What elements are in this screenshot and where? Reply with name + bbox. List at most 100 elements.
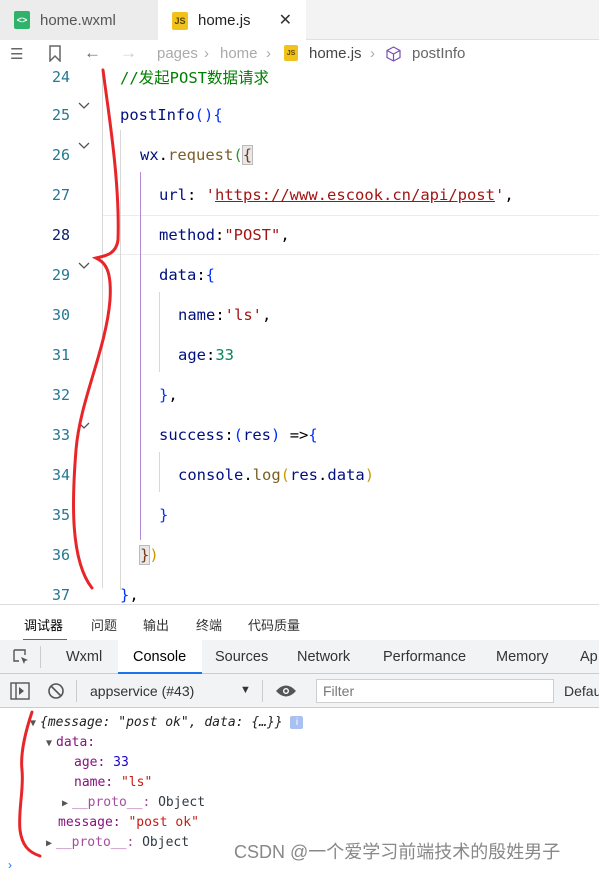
code-editor[interactable]: 24 25 26 27 28 29 30 31 32 33 34 35 36 3… <box>0 68 599 604</box>
tab-sources[interactable]: Sources <box>215 649 268 665</box>
watermark: CSDN @一个爱学习前端技术的殷姓男子 <box>234 842 561 862</box>
toolbar-divider <box>262 680 263 702</box>
breadcrumb-item[interactable]: postInfo <box>412 45 465 62</box>
log-entry-summary[interactable]: ▼ {message: "post ok", data: {…}} i <box>30 715 304 730</box>
collapsed-triangle-icon[interactable]: ▶ <box>46 838 56 849</box>
clear-console-icon[interactable] <box>47 682 65 700</box>
string-value: "ls" <box>120 775 153 790</box>
forward-arrow-icon[interactable]: → <box>120 43 137 63</box>
comma: , <box>168 386 178 404</box>
property-label: name: <box>74 775 114 790</box>
js-file-icon: JS <box>172 11 188 30</box>
quote: ' <box>494 186 505 204</box>
property-key: url <box>159 186 187 204</box>
tab-terminal[interactable]: 终端 <box>196 615 222 634</box>
tree-node-data[interactable]: ▼ data: <box>46 735 95 750</box>
colon: : <box>224 426 234 444</box>
line-number: 37 <box>51 586 70 604</box>
filter-input[interactable]: Filter <box>316 679 554 703</box>
indent-guide <box>120 130 121 590</box>
method-name: postInfo <box>120 106 195 124</box>
tab-application[interactable]: Ap <box>580 649 598 665</box>
brace: } <box>120 586 130 604</box>
tab-wxml[interactable]: Wxml <box>66 649 102 665</box>
property-label: age: <box>74 755 106 770</box>
brace: } <box>159 506 169 524</box>
line-number: 30 <box>51 306 70 324</box>
tab-problems[interactable]: 问题 <box>91 615 117 634</box>
number-value: 33 <box>113 755 129 770</box>
paren: ) <box>364 466 375 484</box>
sidebar-toggle-icon[interactable] <box>10 682 30 700</box>
collapsed-triangle-icon[interactable]: ▶ <box>62 798 72 809</box>
line-number: 29 <box>51 266 70 284</box>
line-number: 26 <box>51 146 70 164</box>
paren: ) <box>149 546 159 564</box>
property-key: method <box>159 226 215 244</box>
object-preview: {message: "post ok", data: {…}} <box>40 715 283 730</box>
dropdown-arrow-icon[interactable]: ▼ <box>240 684 251 696</box>
colon: : <box>215 226 225 244</box>
type-value: Object <box>142 835 190 850</box>
breadcrumb-item[interactable]: pages <box>157 45 198 62</box>
tab-code-quality[interactable]: 代码质量 <box>248 615 300 634</box>
bookmark-icon[interactable] <box>48 45 62 62</box>
tree-node-proto-root[interactable]: ▶ __proto__: Object <box>46 835 189 850</box>
brace: } <box>138 545 151 565</box>
tab-console[interactable]: Console <box>133 649 186 665</box>
brace: { <box>241 145 254 165</box>
code-line-36: }) <box>138 545 159 565</box>
tab-debugger[interactable]: 调试器 <box>24 615 63 634</box>
context-select[interactable]: appservice (#43) <box>90 683 194 699</box>
paren: ( <box>280 466 291 484</box>
string-value: "post ok" <box>128 815 199 830</box>
comma: , <box>280 226 290 244</box>
dot: . <box>318 466 328 484</box>
console-prompt-icon[interactable]: › <box>8 858 12 869</box>
property-key: age <box>178 346 206 364</box>
fold-chevron-icon[interactable] <box>78 260 90 272</box>
line-number: 28 <box>51 226 70 244</box>
log-levels-select[interactable]: Defau <box>564 683 599 699</box>
chevron-right-icon: › <box>204 45 209 62</box>
type-value: Object <box>158 795 206 810</box>
line-number: 27 <box>51 186 70 204</box>
tab-home-wxml[interactable]: <> home.wxml <box>0 0 158 40</box>
line-number: 35 <box>51 506 70 524</box>
expand-triangle-icon[interactable]: ▼ <box>30 718 40 729</box>
tab-home-js[interactable]: JS home.js ✕ <box>158 0 306 41</box>
breadcrumb-item[interactable]: home.js <box>309 45 362 62</box>
expand-triangle-icon[interactable]: ▼ <box>46 738 56 749</box>
fold-chevron-icon[interactable] <box>78 100 90 112</box>
breadcrumb-item[interactable]: home <box>220 45 258 62</box>
tab-performance[interactable]: Performance <box>383 649 466 665</box>
inspect-element-icon[interactable] <box>12 648 30 666</box>
console-output[interactable]: ▼ {message: "post ok", data: {…}} i ▼ data… <box>0 708 599 869</box>
indent-guide <box>159 452 160 492</box>
code-line-34: console.log(res.data) <box>178 466 374 484</box>
close-icon[interactable]: ✕ <box>279 10 292 30</box>
comma: , <box>129 586 139 604</box>
eye-icon[interactable] <box>275 684 297 698</box>
fold-chevron-icon[interactable] <box>78 420 90 432</box>
paren: ) <box>271 426 281 444</box>
info-icon[interactable]: i <box>290 716 304 729</box>
colon: : <box>187 186 206 204</box>
list-icon[interactable]: ☰ <box>10 45 23 63</box>
property-label: data: <box>56 735 96 750</box>
string-value: "POST" <box>224 226 281 244</box>
breadcrumb: ☰ ← → pages › home › JS home.js › postIn… <box>0 40 599 68</box>
wxml-file-icon: <> <box>14 11 30 29</box>
brace: { <box>308 426 318 444</box>
back-arrow-icon[interactable]: ← <box>84 43 101 63</box>
tree-node-proto[interactable]: ▶ __proto__: Object <box>62 795 205 810</box>
tree-node-name: name: "ls" <box>74 775 152 790</box>
console-toolbar: appservice (#43) ▼ Filter Defau <box>0 674 599 708</box>
code-line-33: success:(res) =>{ <box>159 426 318 444</box>
url-string[interactable]: https://www.escook.cn/api/post <box>215 186 495 204</box>
tab-memory[interactable]: Memory <box>496 649 548 665</box>
fold-chevron-icon[interactable] <box>78 140 90 152</box>
tab-network[interactable]: Network <box>297 649 350 665</box>
colon: : <box>196 266 206 284</box>
tab-output[interactable]: 输出 <box>143 615 169 634</box>
